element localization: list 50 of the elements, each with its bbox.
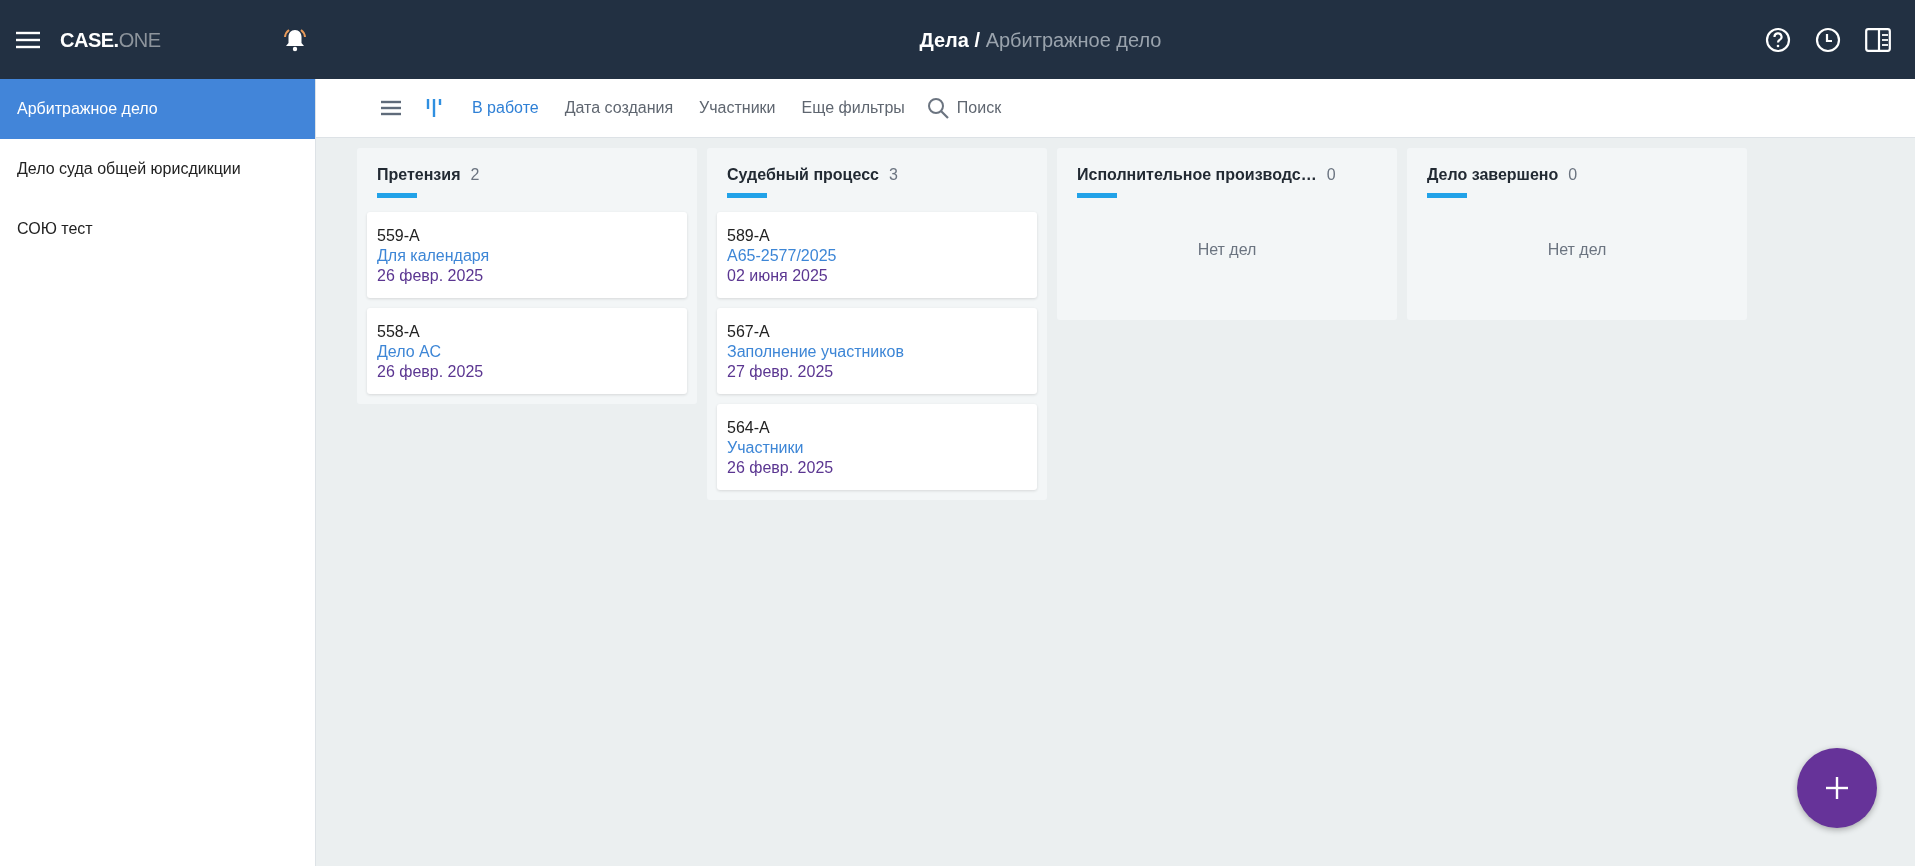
- add-button[interactable]: [1797, 748, 1877, 828]
- column-count: 0: [1568, 165, 1578, 185]
- column-count: 3: [888, 165, 898, 185]
- column-title: Исполнительное производс…: [1077, 165, 1317, 185]
- case-title[interactable]: Для календаря: [377, 246, 677, 266]
- board-view-icon[interactable]: [424, 96, 444, 120]
- case-card[interactable]: 564-А Участники 26 февр. 2025: [717, 404, 1037, 490]
- column-underline: [1077, 193, 1117, 198]
- filter-tab[interactable]: Участники: [699, 96, 776, 120]
- case-date: 26 февр. 2025: [377, 266, 485, 286]
- filter-tab[interactable]: В работе: [472, 96, 539, 120]
- case-number: 567-А: [727, 322, 771, 342]
- column-count: 2: [470, 165, 480, 185]
- case-card[interactable]: 559-А Для календаря 26 февр. 2025: [367, 212, 687, 298]
- menu-icon[interactable]: [16, 29, 40, 50]
- case-number: 564-А: [727, 418, 771, 438]
- case-title[interactable]: Участники: [727, 438, 1027, 458]
- plus-icon: [1826, 777, 1848, 799]
- breadcrumb: Дела / Арбитражное дело: [919, 27, 1162, 53]
- case-card[interactable]: 589-А А65-2577/2025 02 июня 2025: [717, 212, 1037, 298]
- side-panel-icon[interactable]: [1865, 27, 1891, 52]
- case-title[interactable]: А65-2577/2025: [727, 246, 1027, 266]
- column-count: 0: [1326, 165, 1336, 185]
- case-card[interactable]: 558-А Дело АС 26 февр. 2025: [367, 308, 687, 394]
- empty-message: Нет дел: [1197, 240, 1257, 260]
- case-date: 27 февр. 2025: [727, 362, 835, 382]
- column-title: Судебный процесс: [727, 165, 879, 185]
- empty-message: Нет дел: [1547, 240, 1607, 260]
- column-underline: [377, 193, 417, 198]
- case-title[interactable]: Дело АС: [377, 342, 677, 362]
- column-title: Претензия: [377, 165, 461, 185]
- filter-tab[interactable]: Еще фильтры: [801, 96, 905, 120]
- logo: CASE.ONE: [60, 27, 161, 53]
- clock-icon[interactable]: [1815, 26, 1841, 53]
- search-icon: [926, 97, 949, 119]
- case-date: 26 февр. 2025: [377, 362, 485, 382]
- case-number: 559-А: [377, 226, 421, 246]
- case-number: 558-А: [377, 322, 421, 342]
- case-date: 26 февр. 2025: [727, 458, 835, 478]
- column-underline: [1427, 193, 1467, 198]
- case-card[interactable]: 567-А Заполнение участников 27 февр. 2025: [717, 308, 1037, 394]
- case-date: 02 июня 2025: [727, 266, 829, 286]
- case-number: 589-А: [727, 226, 771, 246]
- case-title[interactable]: Заполнение участников: [727, 342, 1027, 362]
- filter-tab[interactable]: Дата создания: [564, 96, 674, 120]
- search-field[interactable]: Поиск: [956, 96, 1117, 120]
- column-title: Дело завершено: [1427, 165, 1559, 185]
- sidebar-item[interactable]: Арбитражное дело: [0, 79, 315, 139]
- help-icon[interactable]: [1765, 26, 1791, 53]
- column-underline: [727, 193, 767, 198]
